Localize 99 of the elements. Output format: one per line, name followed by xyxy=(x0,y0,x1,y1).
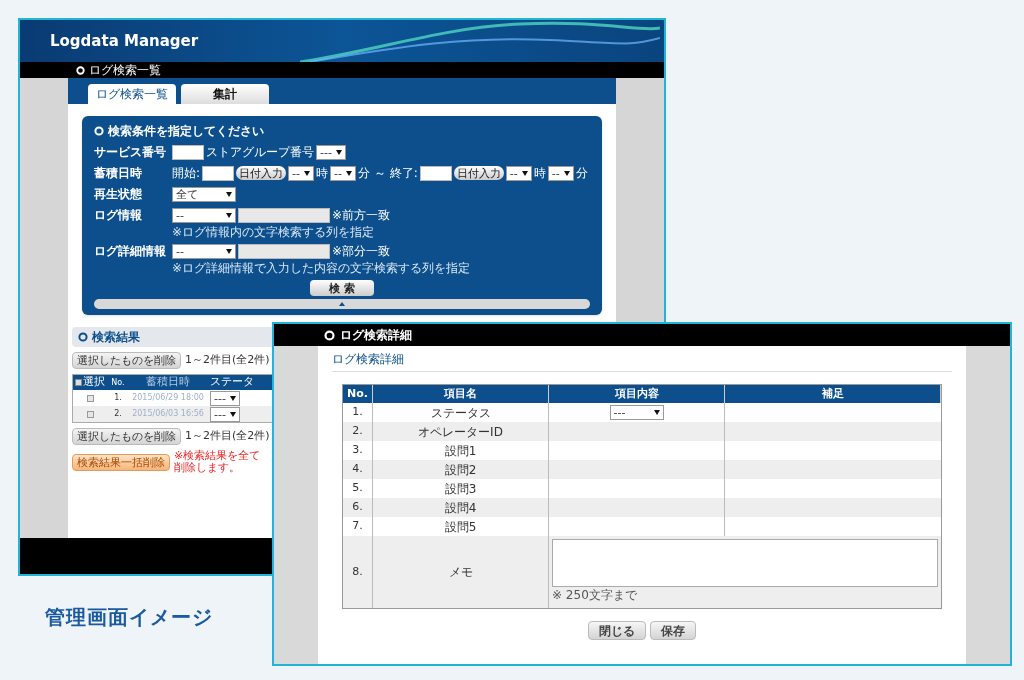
dropdown[interactable]: --- xyxy=(609,405,664,420)
input-field[interactable] xyxy=(202,165,235,181)
form-label: ※部分一致 xyxy=(332,243,391,260)
table-cell-text: 設問3 xyxy=(444,480,477,498)
circle-icon xyxy=(94,126,104,136)
breadcrumb: ログ検索詳細 xyxy=(332,351,405,368)
column-header: 選択 xyxy=(83,374,105,391)
date-input-button[interactable]: 日付入力 xyxy=(236,166,287,180)
form-label: 時 xyxy=(533,165,546,182)
circle-icon xyxy=(78,332,88,342)
table-cell-text: 8. xyxy=(352,563,363,580)
action-button[interactable]: 閉じる xyxy=(588,621,646,640)
form-label: 分 ～ 終了: xyxy=(358,165,418,182)
table-cell-text: 2015/06/03 16:56 xyxy=(131,408,205,420)
table-cell-text: 設問4 xyxy=(444,499,477,517)
table-cell: 3. xyxy=(352,442,363,459)
table-cell: 2. xyxy=(352,423,363,440)
input-field[interactable] xyxy=(172,144,204,160)
column-header: 項目名 xyxy=(444,385,477,402)
table-cell: 4. xyxy=(352,461,363,478)
table-cell-text: 設問2 xyxy=(444,461,477,479)
field-label: ログ詳細情報 xyxy=(94,243,167,260)
dropdown[interactable]: -- xyxy=(505,165,532,181)
bulk-delete-button[interactable]: 検索結果一括削除 xyxy=(72,453,170,471)
delete-selected-button[interactable]: 選択したものを削除 xyxy=(72,428,181,445)
caret-icon xyxy=(653,410,660,415)
caret-icon xyxy=(226,248,232,254)
search-button[interactable]: 検 索 xyxy=(310,280,374,296)
action-button[interactable]: 保存 xyxy=(650,621,696,640)
checkbox[interactable] xyxy=(75,379,82,386)
dropdown[interactable]: -- xyxy=(172,207,236,223)
caret-icon xyxy=(335,149,342,155)
input-field[interactable] xyxy=(238,243,330,259)
column-header: No. xyxy=(110,376,126,389)
dropdown[interactable]: -- xyxy=(172,243,236,259)
field-label: サービス番号 xyxy=(94,144,167,161)
table-cell-text: オペレーターID xyxy=(418,423,503,441)
dropdown[interactable]: --- xyxy=(210,390,240,406)
caption: 管理画面イメージ xyxy=(45,604,213,631)
field-label: 再生状態 xyxy=(94,186,143,203)
field-label: 蓄積日時 xyxy=(94,165,143,182)
dropdown[interactable]: --- xyxy=(316,144,346,160)
form-label: ストアグループ番号 xyxy=(206,144,314,161)
result-count: 1～2件目(全2件) xyxy=(185,352,270,369)
result-count: 1～2件目(全2件) xyxy=(185,428,270,445)
column-header: No. xyxy=(347,385,368,402)
circle-icon xyxy=(76,65,85,75)
field-label: ログ情報 xyxy=(94,207,143,224)
input-field[interactable] xyxy=(419,165,452,181)
form-label: ※前方一致 xyxy=(332,207,391,224)
hint-text: ※ログ情報内の文字検索する列を指定 xyxy=(172,225,376,239)
column-header: ステータ xyxy=(209,374,254,391)
table-cell-text: 設問5 xyxy=(444,518,477,536)
caret-icon xyxy=(230,395,236,401)
circle-icon xyxy=(324,329,335,341)
table-cell-text: ステータス xyxy=(430,404,491,422)
checkbox[interactable] xyxy=(86,394,94,402)
dropdown[interactable]: 全て xyxy=(172,186,236,202)
caret-icon xyxy=(226,212,232,218)
tab[interactable]: 集計 xyxy=(181,84,269,104)
date-input-button[interactable]: 日付入力 xyxy=(453,166,504,180)
column-header: 蓄積日時 xyxy=(145,374,191,391)
app-title: Logdata Manager xyxy=(50,30,199,52)
table-cell-text: 1. xyxy=(113,392,123,404)
panel-title: 検索条件を指定してください xyxy=(108,123,264,140)
page-title: ログ検索詳細 xyxy=(340,327,412,344)
table-cell: 7. xyxy=(352,518,363,535)
form-label: 時 xyxy=(316,165,329,182)
triangle-up-icon xyxy=(339,302,345,306)
form-label: 分 xyxy=(575,165,588,182)
column-header: 項目内容 xyxy=(614,385,659,402)
form-label: 開始: xyxy=(172,165,201,182)
table-cell-text: 2. xyxy=(113,408,123,420)
hint-text: ※ログ詳細情報で入力した内容の文字検索する列を指定 xyxy=(172,261,472,275)
warning-text: ※検索結果を全て削除します。 xyxy=(174,450,262,474)
column-header: 補足 xyxy=(821,385,844,402)
tab[interactable]: ログ検索一覧 xyxy=(88,84,176,104)
hint-text: ※ 250文字まで xyxy=(552,588,638,602)
caret-icon xyxy=(521,170,528,176)
dropdown[interactable]: --- xyxy=(210,406,240,422)
table-cell: 1. xyxy=(352,404,363,421)
table-cell-text: 設問1 xyxy=(444,442,477,460)
delete-selected-button[interactable]: 選択したものを削除 xyxy=(72,352,181,369)
dropdown[interactable]: -- xyxy=(330,165,357,181)
caret-icon xyxy=(230,411,236,417)
table-cell-text: メモ xyxy=(448,564,473,581)
checkbox[interactable] xyxy=(86,410,94,418)
dropdown[interactable]: -- xyxy=(288,165,315,181)
table-cell: 6. xyxy=(352,499,363,516)
caret-icon xyxy=(563,170,570,176)
page-title: ログ検索一覧 xyxy=(89,64,161,76)
caret-icon xyxy=(226,191,232,197)
input-field[interactable] xyxy=(238,207,330,223)
caret-icon xyxy=(346,170,353,176)
section-title: 検索結果 xyxy=(92,329,140,346)
caret-icon xyxy=(304,170,311,176)
table-cell-text: 2015/06/29 18:00 xyxy=(131,392,205,404)
table-cell: 5. xyxy=(352,480,363,497)
dropdown[interactable]: -- xyxy=(547,165,574,181)
